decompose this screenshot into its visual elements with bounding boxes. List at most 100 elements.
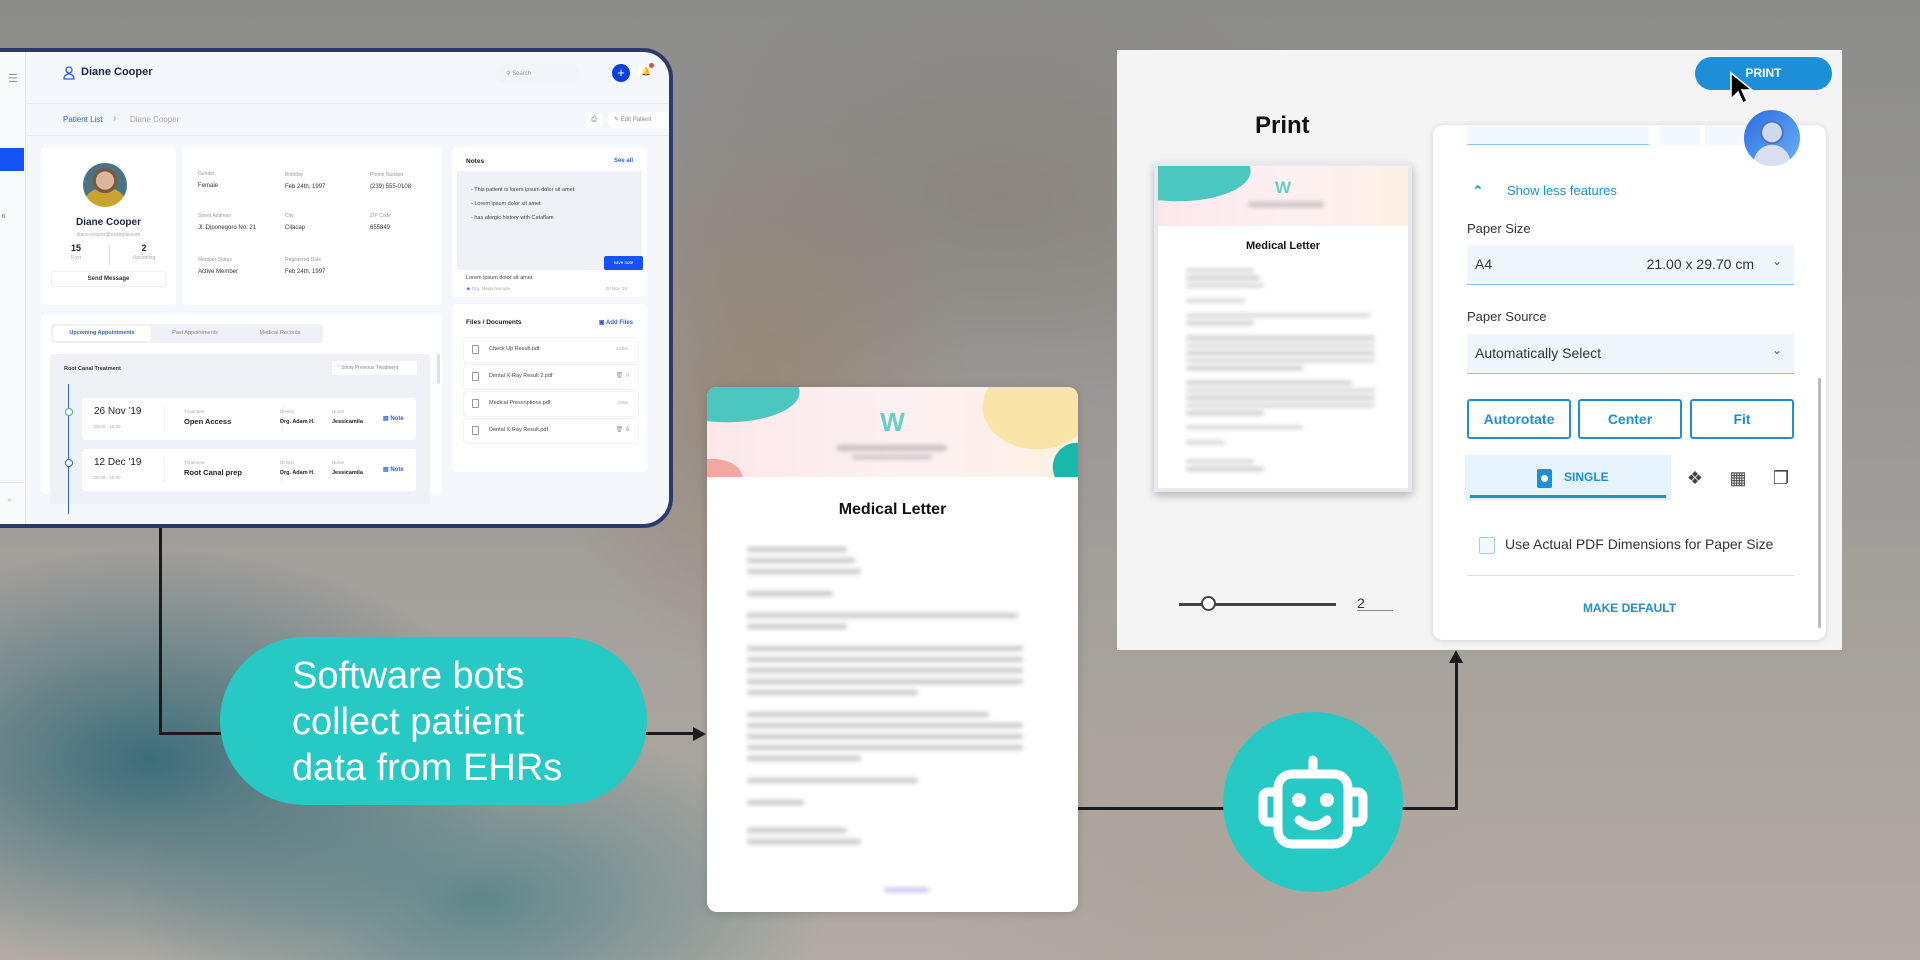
print-button[interactable]: ⎙ <box>586 112 602 128</box>
print-title: Print <box>1255 112 1310 139</box>
treatment-timeline: Root Canal Treatment ˆ Show Previous Tre… <box>50 354 430 514</box>
paper-size-dimensions: 21.00 x 29.70 cm <box>1646 256 1754 272</box>
blurred-text <box>747 569 861 574</box>
edit-icon: ✎ <box>614 117 621 123</box>
save-note-button[interactable]: save note <box>604 256 643 270</box>
appointment-row[interactable]: 26 Nov '19 09.00 - 10.00 Treatment Open … <box>82 398 416 440</box>
blurred-text <box>747 547 847 552</box>
info-label: Birthday <box>285 172 304 178</box>
use-pdf-dimensions-checkbox[interactable] <box>1479 537 1495 554</box>
print-preview[interactable]: W Medical Letter <box>1154 162 1412 492</box>
trash-icon[interactable]: 🗑 <box>616 427 624 433</box>
treatment-group-title: Root Canal Treatment <box>64 366 121 372</box>
fit-button[interactable]: Fit <box>1690 399 1794 439</box>
breadcrumb-patient-list[interactable]: Patient List <box>63 115 103 124</box>
blurred-text <box>1186 343 1376 348</box>
sidebar-item-label[interactable]: n <box>2 214 5 220</box>
file-row[interactable]: Dental X-Ray Result 2.pdf 🗑 ⇩ <box>464 365 638 389</box>
timeline-node <box>65 459 73 467</box>
blurred-text <box>747 734 1024 739</box>
send-message-button[interactable]: Send Message <box>51 271 166 287</box>
scrollbar[interactable] <box>1818 378 1821 628</box>
layout-single-tab[interactable]: SINGLE <box>1465 455 1671 500</box>
blurred-text <box>1186 276 1261 280</box>
appointment-row[interactable]: 12 Dec '19 09.00 - 10.00 Treatment Root … <box>82 449 416 491</box>
note-button[interactable]: ▤ Note <box>383 415 404 422</box>
stepper-button[interactable] <box>1660 125 1700 145</box>
print-button[interactable]: PRINT <box>1695 57 1832 90</box>
menu-icon[interactable]: ☰ <box>8 72 18 85</box>
stat-divider <box>109 245 110 265</box>
edit-patient-button[interactable]: ✎ Edit Patient <box>608 112 668 128</box>
blurred-text <box>747 756 861 761</box>
nurse-label: Nurse <box>332 409 345 414</box>
blurred-text <box>837 445 947 451</box>
file-row[interactable]: Dental X-Ray Result.pdf 🗑 ⇩ <box>464 419 638 443</box>
download-icon[interactable]: ⇩ <box>625 427 630 433</box>
show-less-label: Show less features <box>1507 183 1617 198</box>
paper-source-select[interactable]: Automatically Select ⌄ <box>1467 334 1794 374</box>
make-default-button[interactable]: MAKE DEFAULT <box>1433 601 1826 615</box>
info-value: Cilacap <box>285 225 306 231</box>
tab-past-appointments[interactable]: Past Appointments <box>151 326 239 341</box>
preview-title: Medical Letter <box>1246 240 1320 252</box>
tab-medical-records[interactable]: Medical Records <box>239 326 321 341</box>
stat-post-value: 15 <box>70 243 81 253</box>
nurse-label: Nurse <box>332 460 345 465</box>
text-field[interactable] <box>1467 125 1649 145</box>
search-input[interactable]: ⚲ Search <box>496 64 580 84</box>
letter-logo: W <box>880 407 905 437</box>
file-icon <box>472 372 479 381</box>
blurred-text <box>1186 358 1376 363</box>
file-row[interactable]: Medical Prescriptions.pdf 87kb <box>464 392 638 416</box>
stepper-button[interactable] <box>1705 125 1745 145</box>
blurred-text <box>747 827 847 833</box>
dentist-value: Drg. Adam H. <box>280 419 315 425</box>
pages-slider-handle[interactable] <box>1201 596 1216 611</box>
scrollbar[interactable] <box>437 354 440 384</box>
sidebar-active-item[interactable] <box>0 148 24 171</box>
download-icon[interactable]: ⇩ <box>625 373 630 379</box>
pages-input[interactable]: 2 <box>1357 595 1393 611</box>
active-tab-underline <box>1470 495 1666 498</box>
profile-card: Diane Cooper diane.cooper@example.com 15… <box>41 147 176 305</box>
connector-pill-letter <box>645 732 695 735</box>
file-size: 123kb <box>615 346 628 351</box>
appointment-time: 09.00 - 10.00 <box>94 424 121 429</box>
add-button[interactable]: + <box>612 64 630 82</box>
blurred-link <box>883 888 929 892</box>
blurred-text <box>1186 321 1255 325</box>
paper-size-select[interactable]: A4 21.00 x 29.70 cm ⌄ <box>1467 245 1794 285</box>
appointment-tabs: Upcoming Appointments Past Appointments … <box>51 324 323 343</box>
chevron-down-icon: ⌄ <box>1771 343 1782 357</box>
grid-icon[interactable]: ▦ <box>1728 468 1748 488</box>
recent-note-text: Lorem ipsum dolor sit amet <box>466 275 533 281</box>
chevron-down-icon[interactable]: ⌄ <box>6 494 13 503</box>
info-value: Active Member <box>198 269 239 275</box>
callout-pill: Software bots collect patient data from … <box>220 637 647 805</box>
center-button[interactable]: Center <box>1578 399 1682 439</box>
timeline-line <box>68 384 69 514</box>
single-page-icon <box>1537 469 1552 488</box>
show-less-features-toggle[interactable]: ⌃ Show less features <box>1467 183 1617 199</box>
timeline-node <box>65 408 73 416</box>
notes-card: Notes See all - This patient is lorem ip… <box>452 147 647 297</box>
booklet-icon[interactable]: ❖ <box>1685 468 1705 488</box>
file-row[interactable]: Check Up Result.pdf 123kb <box>464 338 638 362</box>
blurred-text <box>1186 411 1264 415</box>
files-card: Files / Documents ▣ Add Files Check Up R… <box>452 304 647 472</box>
tab-upcoming-appointments[interactable]: Upcoming Appointments <box>53 326 151 341</box>
note-button[interactable]: ▤ Note <box>383 466 404 473</box>
info-label: Phone Number <box>370 172 404 178</box>
duplex-icon[interactable]: ❐ <box>1771 468 1791 488</box>
autorotate-button[interactable]: Autorotate <box>1467 399 1571 439</box>
trash-icon[interactable]: 🗑 <box>616 373 624 379</box>
patient-info-card: Gender Female Birthday Feb 24th, 1997 Ph… <box>182 147 442 305</box>
see-all-link[interactable]: See all <box>614 158 633 164</box>
blurred-text <box>747 838 861 844</box>
add-files-button[interactable]: ▣ Add Files <box>599 319 633 326</box>
use-pdf-dimensions-label: Use Actual PDF Dimensions for Paper Size <box>1505 536 1774 552</box>
notes-textarea[interactable]: - This patient is lorem ipsum dolor sit … <box>457 171 643 270</box>
show-previous-treatment-button[interactable]: ˆ Show Previous Treatment <box>332 361 417 375</box>
appointment-date: 26 Nov '19 <box>94 406 142 417</box>
